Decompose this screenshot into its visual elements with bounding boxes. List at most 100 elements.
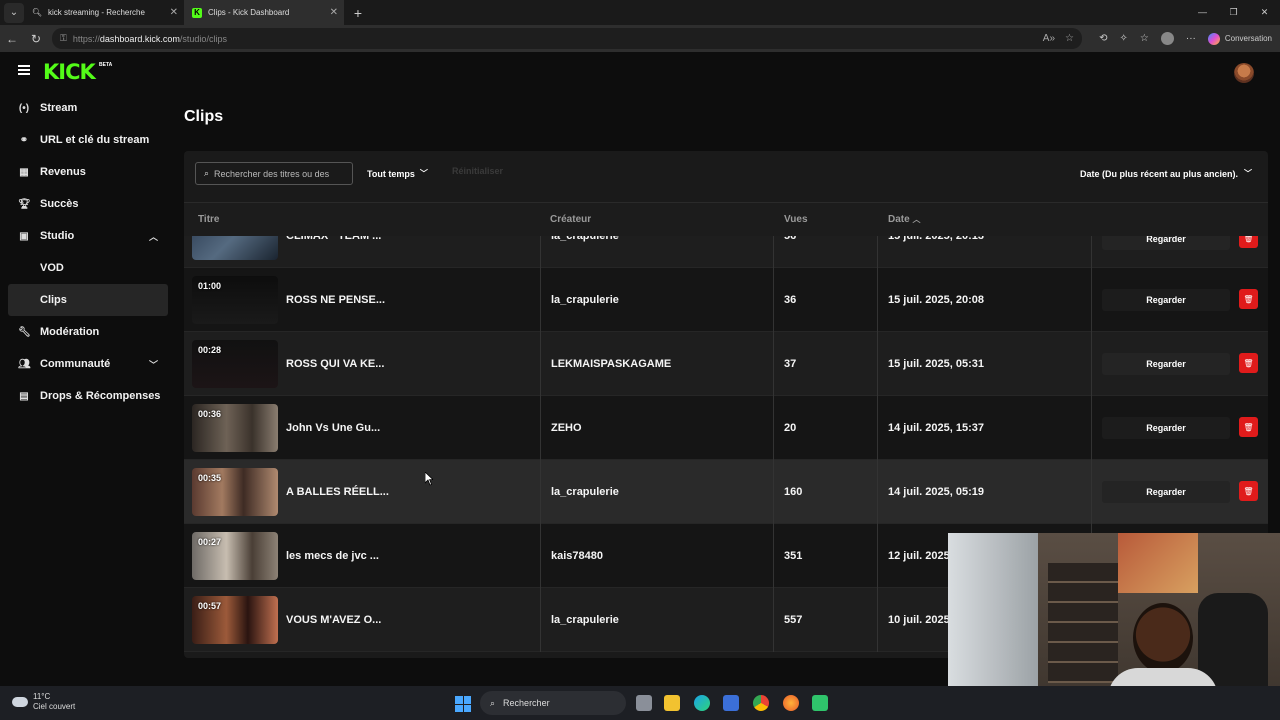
taskbar-search[interactable]: ⌕ Rechercher: [480, 691, 626, 715]
avatar[interactable]: [1234, 63, 1254, 83]
sidebar-item-achievements[interactable]: 🏆︎ Succès: [8, 188, 168, 220]
firefox-icon[interactable]: [783, 695, 799, 711]
clip-creator[interactable]: ZEHO: [551, 396, 582, 460]
address-bar[interactable]: ⚿ https://dashboard.kick.com/studio/clip…: [52, 28, 1082, 49]
browser-tab-search[interactable]: 🔍︎ kick streaming - Recherche ✕: [24, 0, 184, 25]
table-row[interactable]: 01:00 ROSS NE PENSE... la_crapulerie 36 …: [184, 268, 1268, 332]
sidebar-item-studio[interactable]: ▣ Studio ︿: [8, 220, 168, 252]
browser-tab-kick[interactable]: K Clips - Kick Dashboard ✕: [184, 0, 344, 25]
chevron-down-icon: ﹀: [419, 169, 428, 178]
clip-thumbnail[interactable]: 00:28: [192, 340, 278, 388]
clip-thumbnail[interactable]: 00:36: [192, 404, 278, 452]
puzzle-icon[interactable]: ✧: [1120, 33, 1128, 44]
column-creator[interactable]: Créateur: [550, 214, 591, 225]
menu-icon[interactable]: [18, 65, 30, 75]
sort-dropdown[interactable]: Date (Du plus récent au plus ancien). ﹀: [1080, 162, 1252, 185]
clip-thumbnail[interactable]: 00:27: [192, 532, 278, 580]
trash-icon[interactable]: 🗑︎: [1239, 289, 1258, 309]
table-row[interactable]: 00:35 A BALLES RÉELL... la_crapulerie 16…: [184, 460, 1268, 524]
clip-duration: 01:00: [198, 281, 222, 291]
watch-button[interactable]: Regarder: [1102, 236, 1230, 250]
profile-icon[interactable]: [1160, 32, 1174, 45]
chrome-icon[interactable]: [753, 695, 769, 711]
sidebar-item-revenue[interactable]: ▦ Revenus: [8, 156, 168, 188]
tab-title: Clips - Kick Dashboard: [208, 8, 290, 17]
search-icon: 🔍︎: [31, 8, 43, 17]
clip-creator[interactable]: kais78480: [551, 524, 603, 588]
back-icon[interactable]: ←: [0, 32, 24, 46]
store-icon[interactable]: [723, 695, 739, 711]
browser-toolbar: ← ↻ ⚿ https://dashboard.kick.com/studio/…: [0, 25, 1280, 52]
clip-creator[interactable]: la_crapulerie: [551, 588, 619, 652]
close-icon[interactable]: ✕: [330, 7, 338, 18]
clip-duration: 00:36: [198, 409, 222, 419]
sidebar-item-stream-key[interactable]: ⚭ URL et clé du stream: [8, 124, 168, 156]
watch-button[interactable]: Regarder: [1102, 417, 1230, 439]
edge-icon[interactable]: [694, 695, 710, 711]
sidebar-item-drops[interactable]: ▤ Drops & Récompenses: [8, 380, 168, 412]
watch-button[interactable]: Regarder: [1102, 481, 1230, 503]
clip-thumbnail[interactable]: 00:35: [192, 468, 278, 516]
copilot-button[interactable]: Conversation: [1207, 32, 1272, 45]
extensions-icon[interactable]: ⟲: [1099, 33, 1107, 44]
window-controls: — ❐ ✕: [1187, 0, 1280, 25]
sort-arrow-icon: ︿: [912, 215, 921, 224]
reset-button[interactable]: Réinitialiser: [452, 166, 503, 176]
clip-thumbnail[interactable]: [192, 236, 278, 260]
tab-list-button[interactable]: ⌄: [4, 2, 24, 23]
favorite-star-icon[interactable]: ☆: [1065, 33, 1074, 44]
weather-widget[interactable]: 11°C Ciel couvert: [12, 692, 75, 712]
clip-creator[interactable]: la_crapulerie: [551, 268, 619, 332]
column-views[interactable]: Vues: [784, 214, 808, 225]
refresh-icon[interactable]: ↻: [24, 32, 48, 46]
watch-button[interactable]: Regarder: [1102, 353, 1230, 375]
file-explorer-icon[interactable]: [664, 695, 680, 711]
windows-start-icon[interactable]: [455, 696, 471, 712]
column-title[interactable]: Titre: [198, 214, 220, 225]
trash-icon[interactable]: 🗑︎: [1239, 353, 1258, 373]
maximize-icon[interactable]: ❐: [1218, 0, 1249, 25]
search-input[interactable]: ⌕ Rechercher des titres ou des: [195, 162, 353, 185]
filter-bar: ⌕ Rechercher des titres ou des Tout temp…: [184, 151, 1268, 197]
clip-creator[interactable]: la_crapulerie: [551, 236, 619, 268]
clip-creator[interactable]: LEKMAISPASKAGAME: [551, 332, 671, 396]
clip-title: ROSS QUI VA KE...: [286, 358, 385, 370]
table-row[interactable]: 00:36 John Vs Une Gu... ZEHO 20 14 juil.…: [184, 396, 1268, 460]
read-aloud-icon[interactable]: A»: [1043, 33, 1055, 44]
search-icon: ⌕: [490, 697, 496, 708]
sidebar-item-community[interactable]: 👥︎ Communauté ﹀: [8, 348, 168, 380]
sidebar-item-moderation[interactable]: 🔧︎ Modération: [8, 316, 168, 348]
page-title: Clips: [184, 108, 224, 125]
favorites-icon[interactable]: ☆: [1140, 33, 1149, 44]
site-info-icon[interactable]: ⚿: [60, 33, 67, 44]
clip-thumbnail[interactable]: 00:57: [192, 596, 278, 644]
clip-title: ROSS NE PENSE...: [286, 294, 386, 306]
sidebar-item-stream[interactable]: (•) Stream: [8, 92, 168, 124]
more-icon[interactable]: ···: [1186, 33, 1196, 44]
table-row[interactable]: 00:28 ROSS QUI VA KE... LEKMAISPASKAGAME…: [184, 332, 1268, 396]
clip-date: 14 juil. 2025, 15:37: [888, 422, 985, 434]
sidebar-item-clips[interactable]: Clips: [8, 284, 168, 316]
task-view-icon[interactable]: [636, 695, 652, 711]
sidebar-item-vod[interactable]: VOD: [8, 252, 168, 284]
minimize-icon[interactable]: —: [1187, 0, 1218, 25]
table-header: Titre Créateur Vues Date ︿: [184, 202, 1268, 236]
clip-creator[interactable]: la_crapulerie: [551, 460, 619, 524]
close-icon[interactable]: ✕: [170, 7, 178, 18]
sidebar-item-label: Stream: [40, 102, 78, 114]
kick-logo[interactable]: KICK: [43, 60, 96, 84]
trash-icon[interactable]: 🗑︎: [1239, 417, 1258, 437]
clip-thumbnail[interactable]: 01:00: [192, 276, 278, 324]
new-tab-button[interactable]: +: [348, 5, 368, 21]
clip-title: les mecs de jvc ...: [286, 550, 379, 562]
app-icon[interactable]: [812, 695, 828, 711]
watch-button[interactable]: Regarder: [1102, 289, 1230, 311]
close-window-icon[interactable]: ✕: [1249, 0, 1280, 25]
trash-icon[interactable]: 🗑︎: [1239, 481, 1258, 501]
table-row[interactable]: CLIMAX · TEAM ... la_crapulerie 56 15 ju…: [184, 236, 1268, 268]
trash-icon[interactable]: 🗑︎: [1239, 236, 1258, 248]
sidebar-item-label: Succès: [40, 198, 79, 210]
chevron-up-icon: ︿: [148, 231, 158, 242]
column-date[interactable]: Date ︿: [888, 214, 920, 225]
time-filter-dropdown[interactable]: Tout temps ﹀: [367, 162, 428, 185]
